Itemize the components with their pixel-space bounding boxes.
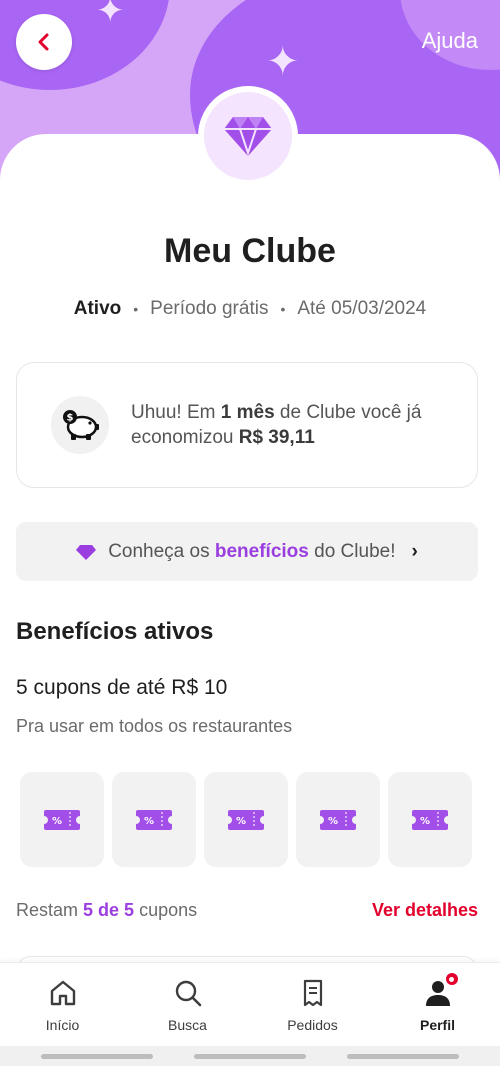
search-icon [175,980,201,1007]
remaining-prefix: Restam [16,900,84,920]
coupon-percent: % [328,816,338,827]
benefits-prefix: Conheça os [108,540,210,562]
coupon-title: 5 cupons de até R$ 10 [16,676,228,699]
svg-text:$: $ [67,413,74,424]
benefits-suffix: do Clube! [314,540,396,562]
coupon-ticket-icon: % [44,809,80,830]
coupons-remaining: Restam 5 de 5 cupons [16,900,197,921]
savings-amount: R$ 39,11 [238,427,315,448]
remaining-suffix: cupons [134,900,198,920]
coupon-list: % % % % % [20,772,480,867]
coupon-percent: % [52,816,62,827]
coupon-item[interactable]: % [204,772,288,867]
nav-item-profile[interactable]: Perfil [375,963,500,1046]
remaining-count: 5 de 5 [83,900,135,920]
coupon-ticket-icon: % [136,809,172,830]
diamond-icon [76,544,97,560]
nav-item-orders[interactable]: Pedidos [250,963,375,1046]
benefits-banner-button[interactable]: Conheça os benefícios do Clube! › [16,522,478,581]
benefits-highlight: benefícios [214,540,309,562]
notification-badge [443,971,460,987]
diamond-icon [224,117,272,157]
nav-item-home[interactable]: Início [0,963,125,1046]
gesture-segment [347,1053,459,1059]
piggy-bank-icon: $ [63,410,99,440]
coupon-percent: % [420,816,430,827]
nav-label: Perfil [419,1017,455,1033]
system-navigation-bar [0,1046,500,1066]
coupon-item[interactable]: % [112,772,196,867]
gesture-segment [194,1053,306,1059]
savings-message: Uhuu! Em 1 mês de Clube você já economiz… [131,400,457,450]
savings-card: $ Uhuu! Em 1 mês de Clube você já econom… [16,362,478,488]
club-badge [198,86,298,186]
membership-status: Ativo • Período grátis • Até 05/03/2024 [0,298,500,320]
active-benefits-title: Benefícios ativos [16,618,214,645]
view-details-link[interactable]: Ver detalhes [372,900,478,921]
orders-icon [303,979,322,1007]
coupon-ticket-icon: % [228,809,264,830]
coupon-item[interactable]: % [388,772,472,867]
coupon-ticket-icon: % [320,809,356,830]
nav-item-search[interactable]: Busca [125,963,250,1046]
separator-dot: • [280,301,286,317]
gesture-segment [41,1053,153,1059]
sparkle-icon: ✦ [266,39,300,85]
savings-period: 1 mês [220,402,275,423]
chevron-right-icon: › [411,540,418,562]
status-plan: Período grátis [150,298,269,319]
separator-dot: • [133,301,139,317]
savings-prefix: Uhuu! Em [131,402,221,423]
coupon-percent: % [144,816,154,827]
status-until: Até 05/03/2024 [297,298,427,319]
help-link[interactable]: Ajuda [422,28,478,54]
savings-icon-wrap: $ [51,396,109,454]
coupon-percent: % [236,816,246,827]
nav-label: Busca [168,1017,207,1033]
nav-label: Pedidos [287,1017,338,1033]
content-sheet [0,134,500,1066]
status-state: Ativo [73,298,122,319]
chevron-left-icon [38,33,49,51]
back-button[interactable] [16,14,72,70]
nav-label: Início [45,1017,80,1033]
sparkle-icon: ✦ [96,0,125,31]
coupon-item[interactable]: % [20,772,104,867]
coupon-subtitle: Pra usar em todos os restaurantes [16,716,293,736]
bottom-nav: Início Busca Pedidos Perfil [0,962,500,1046]
coupon-item[interactable]: % [296,772,380,867]
home-icon [50,980,75,1006]
page-title: Meu Clube [164,232,336,270]
coupon-ticket-icon: % [412,809,448,830]
